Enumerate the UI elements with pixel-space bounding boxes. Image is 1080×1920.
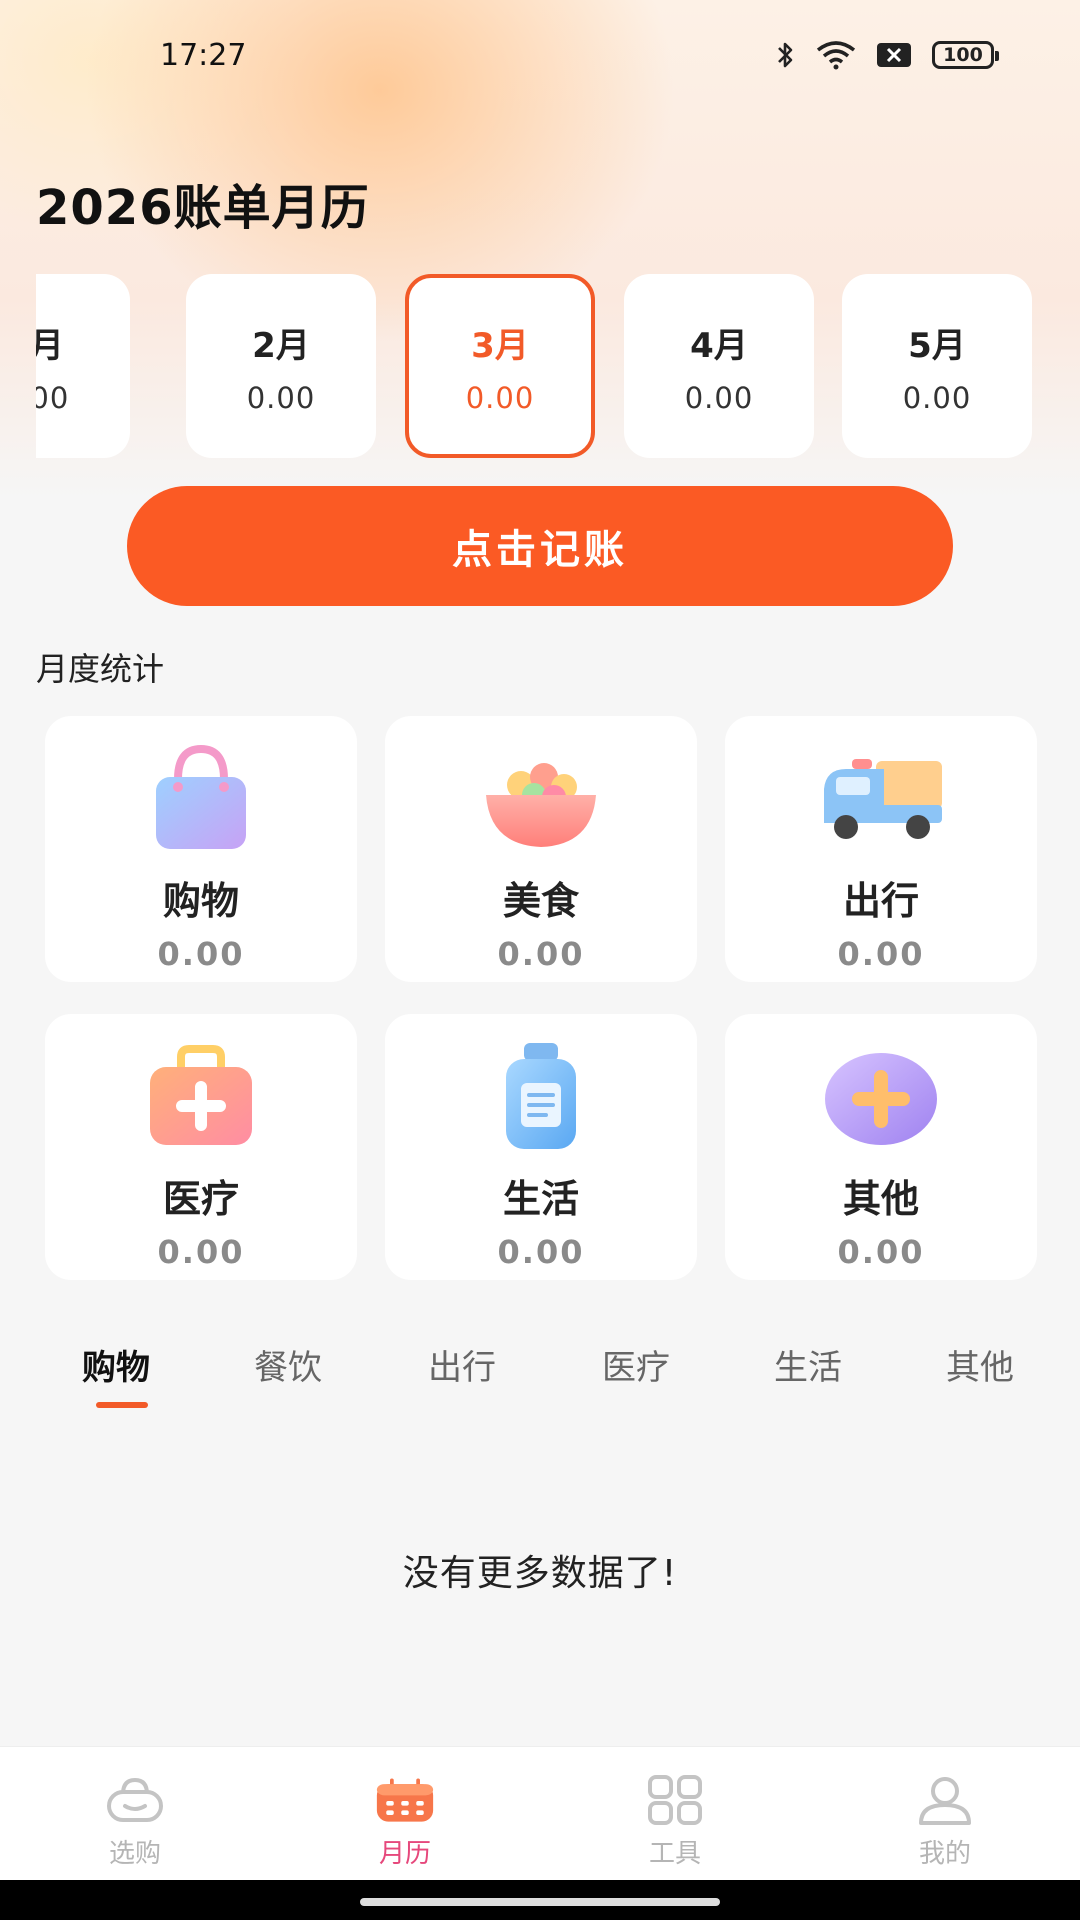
month-card-jan[interactable]: 1月 0.00 bbox=[36, 274, 130, 458]
month-card-may[interactable]: 5月 0.00 bbox=[842, 274, 1032, 458]
stat-card-medical[interactable]: 医疗 0.00 bbox=[45, 1014, 357, 1280]
stat-value: 0.00 bbox=[837, 1233, 925, 1271]
month-card-apr[interactable]: 4月 0.00 bbox=[624, 274, 814, 458]
month-value: 0.00 bbox=[465, 380, 535, 415]
grid-icon bbox=[645, 1775, 705, 1825]
empty-list-message: 没有更多数据了! bbox=[402, 1553, 678, 1594]
page-title: 2026账单月历 bbox=[36, 180, 370, 236]
stat-value: 0.00 bbox=[497, 935, 585, 973]
tab-other[interactable]: 其他 bbox=[946, 1340, 1014, 1389]
stat-value: 0.00 bbox=[837, 935, 925, 973]
battery-icon: 100 bbox=[932, 41, 999, 69]
month-value: 0.00 bbox=[684, 380, 754, 415]
tab-shopping[interactable]: 购物 bbox=[82, 1340, 150, 1389]
home-indicator[interactable] bbox=[360, 1898, 720, 1906]
nav-label: 工具 bbox=[648, 1839, 701, 1869]
stat-label: 医疗 bbox=[162, 1177, 239, 1221]
calendar-icon bbox=[375, 1775, 435, 1825]
tab-medical[interactable]: 医疗 bbox=[602, 1340, 670, 1389]
month-name: 4月 bbox=[690, 325, 748, 366]
active-tab-indicator bbox=[96, 1402, 148, 1408]
stat-card-shopping[interactable]: 购物 0.00 bbox=[45, 716, 357, 982]
user-icon bbox=[915, 1775, 975, 1825]
stat-card-living[interactable]: 生活 0.00 bbox=[385, 1014, 697, 1280]
month-value: 0.00 bbox=[246, 380, 316, 415]
medical-kit-icon bbox=[116, 1032, 286, 1162]
basket-icon bbox=[105, 1775, 165, 1825]
sim-off-icon bbox=[876, 42, 912, 68]
tab-travel[interactable]: 出行 bbox=[428, 1340, 496, 1389]
bluetooth-icon bbox=[776, 40, 796, 70]
month-name: 1月 bbox=[36, 325, 64, 366]
tab-living[interactable]: 生活 bbox=[774, 1340, 842, 1389]
stat-label: 其他 bbox=[842, 1177, 919, 1221]
food-bowl-icon bbox=[456, 734, 626, 864]
nav-label: 月历 bbox=[378, 1839, 431, 1869]
month-selector[interactable]: 1月 0.00 2月 0.00 3月 0.00 4月 0.00 5月 0.00 bbox=[36, 274, 1044, 460]
month-value: 0.00 bbox=[902, 380, 972, 415]
stat-card-travel[interactable]: 出行 0.00 bbox=[725, 716, 1037, 982]
month-name: 5月 bbox=[908, 325, 966, 366]
stat-card-other[interactable]: 其他 0.00 bbox=[725, 1014, 1037, 1280]
status-time: 17:27 bbox=[160, 38, 247, 73]
stat-label: 购物 bbox=[162, 879, 239, 923]
nav-item-profile[interactable]: 我的 bbox=[810, 1747, 1080, 1881]
monthly-stats-title: 月度统计 bbox=[36, 650, 165, 688]
status-icons: 100 bbox=[776, 40, 999, 70]
stat-value: 0.00 bbox=[157, 935, 245, 973]
month-name: 3月 bbox=[471, 325, 529, 366]
stat-label: 美食 bbox=[502, 879, 579, 923]
record-expense-button[interactable]: 点击记账 bbox=[127, 486, 953, 606]
month-card-feb[interactable]: 2月 0.00 bbox=[186, 274, 376, 458]
battery-level: 100 bbox=[943, 44, 983, 66]
wifi-icon bbox=[816, 40, 856, 70]
stat-value: 0.00 bbox=[157, 1233, 245, 1271]
tab-dining[interactable]: 餐饮 bbox=[254, 1340, 322, 1389]
nav-label: 我的 bbox=[918, 1839, 971, 1869]
plus-pill-icon bbox=[796, 1032, 966, 1162]
month-card-mar[interactable]: 3月 0.00 bbox=[405, 274, 595, 458]
stat-value: 0.00 bbox=[497, 1233, 585, 1271]
month-value: 0.00 bbox=[36, 380, 70, 415]
month-name: 2月 bbox=[252, 325, 310, 366]
bottom-navigation: 选购 月历 工具 我的 bbox=[0, 1746, 1080, 1880]
nav-item-shop[interactable]: 选购 bbox=[0, 1747, 270, 1881]
shopping-bag-icon bbox=[116, 734, 286, 864]
category-tabs: 购物 餐饮 出行 医疗 生活 其他 bbox=[40, 1340, 1050, 1410]
nav-item-tools[interactable]: 工具 bbox=[540, 1747, 810, 1881]
stat-label: 出行 bbox=[842, 879, 919, 923]
stat-label: 生活 bbox=[502, 1177, 579, 1221]
nav-label: 选购 bbox=[108, 1839, 161, 1869]
status-bar: 17:27 100 bbox=[0, 0, 1080, 110]
truck-icon bbox=[796, 734, 966, 864]
stat-card-food[interactable]: 美食 0.00 bbox=[385, 716, 697, 982]
bottle-icon bbox=[456, 1032, 626, 1162]
nav-item-calendar[interactable]: 月历 bbox=[270, 1747, 540, 1881]
